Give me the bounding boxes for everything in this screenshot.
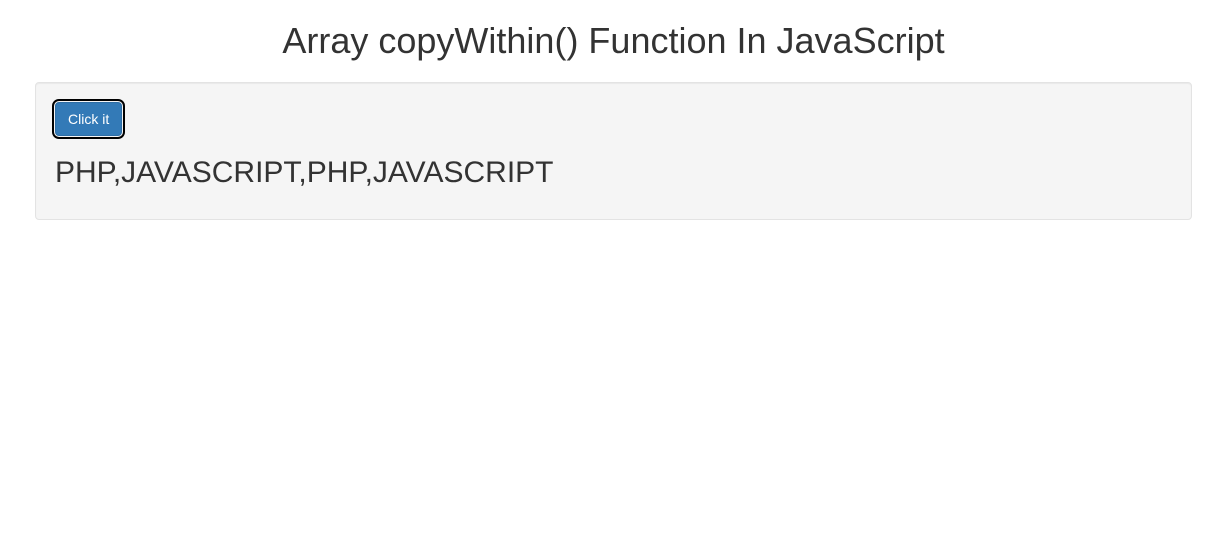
page-title: Array copyWithin() Function In JavaScrip…	[35, 20, 1192, 62]
container: Array copyWithin() Function In JavaScrip…	[0, 20, 1227, 220]
well-panel: Click it PHP,JAVASCRIPT,PHP,JAVASCRIPT	[35, 82, 1192, 220]
output-text: PHP,JAVASCRIPT,PHP,JAVASCRIPT	[55, 156, 1172, 190]
click-it-button[interactable]: Click it	[55, 102, 122, 136]
